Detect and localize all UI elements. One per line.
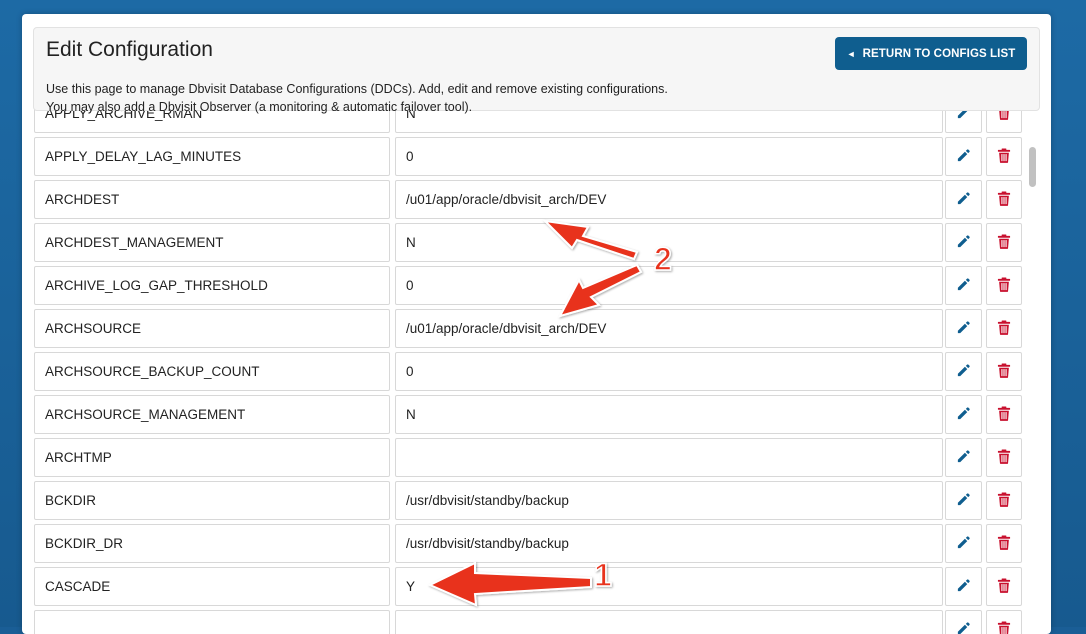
annotation-label-2: 2 xyxy=(654,241,672,277)
annotation-arrow-1 xyxy=(430,563,591,605)
annotation-overlay: 2 1 xyxy=(0,0,1086,627)
annotation-arrow-2b xyxy=(560,265,641,316)
annotation-arrow-2a xyxy=(545,221,637,259)
annotation-label-1: 1 xyxy=(594,557,612,593)
